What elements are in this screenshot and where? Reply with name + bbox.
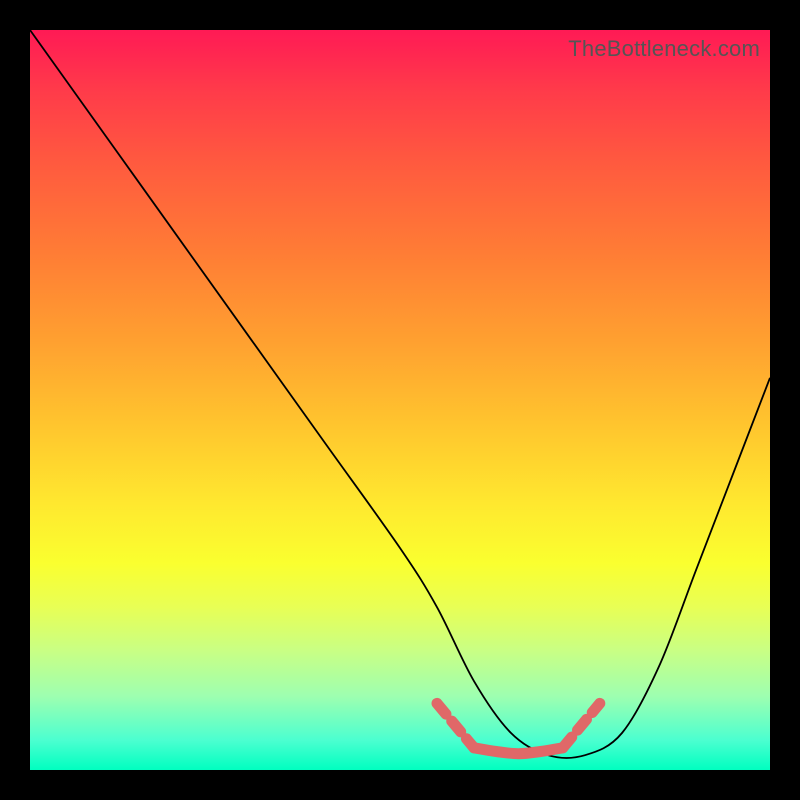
chart-frame: TheBottleneck.com <box>30 30 770 770</box>
optimal-right-dash <box>563 703 600 747</box>
optimal-left-dash <box>437 703 474 747</box>
optimal-segment <box>474 748 563 754</box>
chart-svg <box>30 30 770 770</box>
curve-main <box>30 30 770 758</box>
plot-group <box>30 30 770 758</box>
